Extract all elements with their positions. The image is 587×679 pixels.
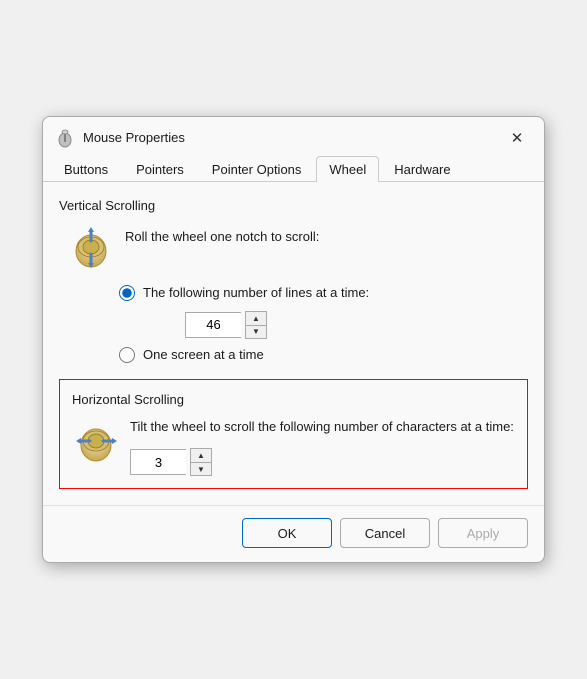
vertical-mouse-icon-container: [67, 223, 115, 271]
horizontal-mouse-icon-container: [72, 417, 120, 465]
vertical-scrolling-section: Vertical Scrolling: [59, 198, 528, 363]
close-icon: ✕: [511, 129, 524, 147]
vertical-spinner-buttons: ▲ ▼: [245, 311, 267, 339]
button-row: OK Cancel Apply: [43, 505, 544, 562]
radio-lines-label: The following number of lines at a time:: [143, 285, 369, 300]
down-arrow-icon2: ▼: [197, 465, 205, 474]
radio-screen-label: One screen at a time: [143, 347, 264, 362]
horizontal-chars-input[interactable]: [130, 449, 186, 475]
vertical-mouse-wheel-icon: [69, 225, 113, 269]
tab-pointer-options[interactable]: Pointer Options: [199, 156, 315, 182]
horizontal-section-label: Horizontal Scrolling: [72, 392, 515, 407]
horizontal-spin-down[interactable]: ▼: [191, 462, 211, 475]
cancel-button[interactable]: Cancel: [340, 518, 430, 548]
tab-wheel[interactable]: Wheel: [316, 156, 379, 182]
tab-buttons[interactable]: Buttons: [51, 156, 121, 182]
ok-button[interactable]: OK: [242, 518, 332, 548]
horizontal-scrolling-section: Horizontal Scrolling: [59, 379, 528, 490]
dialog-window: Mouse Properties ✕ Buttons Pointers Poin…: [42, 116, 545, 564]
tab-hardware[interactable]: Hardware: [381, 156, 463, 182]
dialog-title: Mouse Properties: [83, 130, 185, 145]
vertical-lines-input[interactable]: [185, 312, 241, 338]
vertical-roll-text: Roll the wheel one notch to scroll:: [125, 223, 319, 247]
tab-pointers[interactable]: Pointers: [123, 156, 197, 182]
down-arrow-icon: ▼: [252, 327, 260, 336]
up-arrow-icon2: ▲: [197, 451, 205, 460]
up-arrow-icon: ▲: [252, 314, 260, 323]
vertical-radio-group: The following number of lines at a time:…: [67, 285, 528, 363]
vertical-spin-down[interactable]: ▼: [246, 325, 266, 338]
horizontal-mouse-wheel-icon: [74, 419, 118, 463]
horizontal-spinner-buttons: ▲ ▼: [190, 448, 212, 476]
radio-screen[interactable]: [119, 347, 135, 363]
mouse-icon: [55, 128, 75, 148]
apply-button[interactable]: Apply: [438, 518, 528, 548]
tab-content: Vertical Scrolling: [43, 182, 544, 506]
horizontal-tilt-text: Tilt the wheel to scroll the following n…: [130, 417, 514, 437]
vertical-spinner-row: ▲ ▼: [119, 311, 528, 339]
radio-lines[interactable]: [119, 285, 135, 301]
horizontal-spin-up[interactable]: ▲: [191, 449, 211, 462]
close-button[interactable]: ✕: [502, 127, 532, 149]
vertical-section-label: Vertical Scrolling: [59, 198, 528, 213]
tab-bar: Buttons Pointers Pointer Options Wheel H…: [43, 155, 544, 182]
vertical-spin-up[interactable]: ▲: [246, 312, 266, 325]
title-bar: Mouse Properties ✕: [43, 117, 544, 155]
horizontal-spinner-row: ▲ ▼: [130, 448, 514, 476]
